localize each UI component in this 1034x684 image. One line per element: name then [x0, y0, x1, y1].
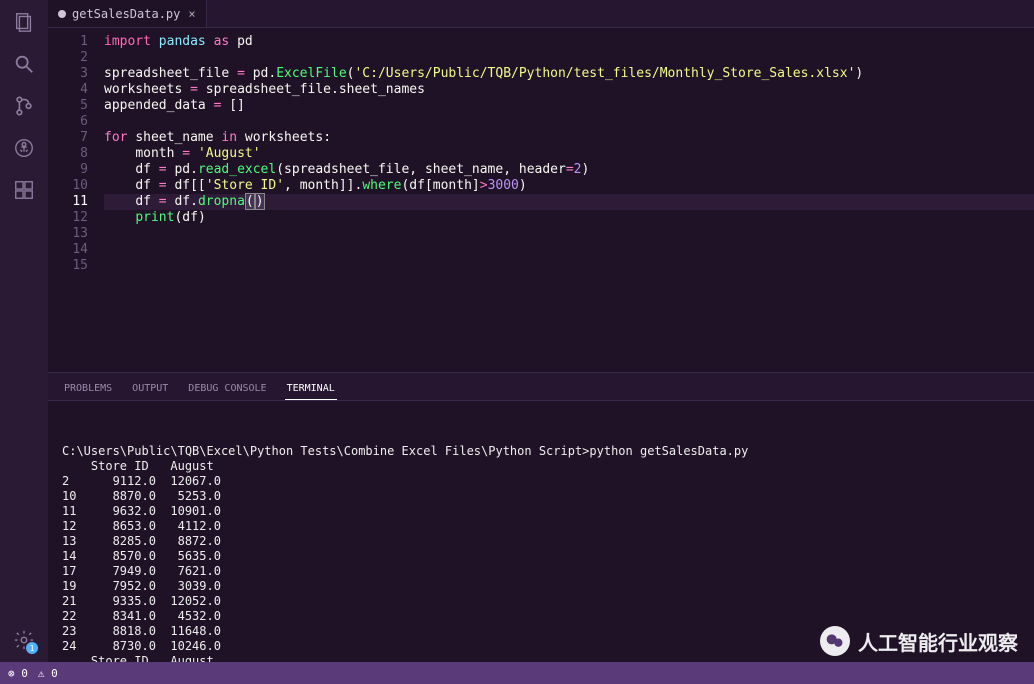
tab-problems[interactable]: PROBLEMS [62, 379, 114, 400]
close-icon[interactable]: × [188, 7, 195, 21]
panel-tabs: PROBLEMS OUTPUT DEBUG CONSOLE TERMINAL [48, 373, 1034, 401]
tab-terminal[interactable]: TERMINAL [285, 379, 337, 400]
line-number-gutter: 123456789101112131415 [48, 34, 104, 372]
tab-debug-console[interactable]: DEBUG CONSOLE [186, 379, 268, 400]
activity-bar: 1 [0, 0, 48, 662]
extensions-icon[interactable] [12, 178, 36, 202]
tab-getsalesdata[interactable]: getSalesData.py × [48, 0, 207, 27]
source-control-icon[interactable] [12, 94, 36, 118]
explorer-icon[interactable] [12, 10, 36, 34]
terminal-output[interactable]: C:\Users\Public\TQB\Excel\Python Tests\C… [48, 401, 1034, 662]
watermark-text: 人工智能行业观察 [858, 627, 1018, 656]
debug-icon[interactable] [12, 136, 36, 160]
status-warnings[interactable]: ⚠ 0 [38, 667, 58, 680]
tab-filename: getSalesData.py [72, 7, 180, 21]
wechat-icon [820, 626, 850, 656]
status-errors[interactable]: ⊗ 0 [8, 667, 28, 680]
search-icon[interactable] [12, 52, 36, 76]
code-lines: import pandas as pd spreadsheet_file = p… [104, 34, 1034, 372]
editor-tabs: getSalesData.py × [48, 0, 1034, 28]
watermark: 人工智能行业观察 [820, 626, 1018, 656]
file-modified-dot-icon [58, 10, 66, 18]
settings-gear-icon[interactable]: 1 [12, 628, 36, 652]
tab-output[interactable]: OUTPUT [130, 379, 170, 400]
bottom-panel: PROBLEMS OUTPUT DEBUG CONSOLE TERMINAL C… [48, 372, 1034, 662]
status-bar: ⊗ 0 ⚠ 0 [0, 662, 1034, 684]
code-editor[interactable]: 123456789101112131415 import pandas as p… [48, 28, 1034, 372]
